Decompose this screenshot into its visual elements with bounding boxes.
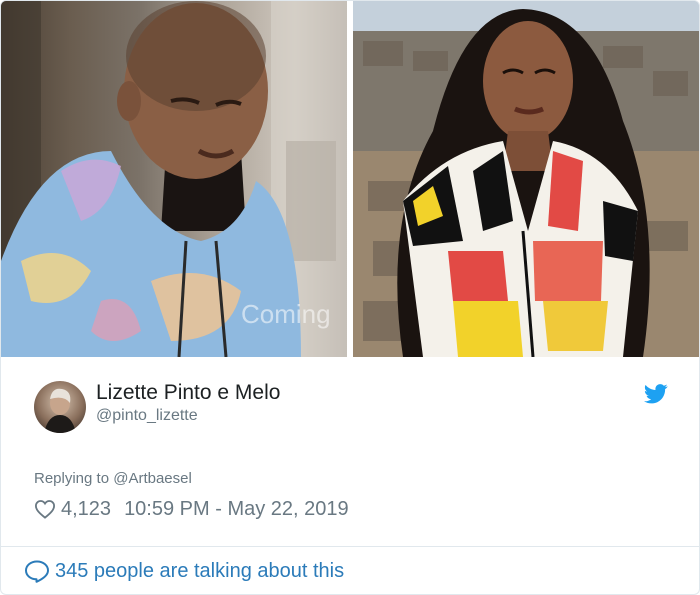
photo-left-illustration: Coming xyxy=(1,1,347,357)
author-handle[interactable]: @pinto_lizette xyxy=(96,407,198,425)
speech-bubble-icon xyxy=(25,560,49,583)
avatar-image xyxy=(44,388,76,433)
like-count[interactable]: 4,123 xyxy=(61,498,111,521)
tweet-photo-right[interactable] xyxy=(353,1,699,357)
replying-to[interactable]: Replying to @Artbaesel xyxy=(34,470,192,487)
conversation-link[interactable]: 345 people are talking about this xyxy=(24,557,344,585)
photo-right-illustration xyxy=(353,1,699,357)
photo-left-caption: Coming xyxy=(241,299,331,329)
tweet-timestamp[interactable]: 10:59 PM - May 22, 2019 xyxy=(124,498,349,521)
tweet-media: Coming xyxy=(1,1,699,357)
author-name[interactable]: Lizette Pinto e Melo xyxy=(96,381,280,405)
heart-icon[interactable] xyxy=(34,499,56,519)
author-avatar[interactable] xyxy=(34,381,86,433)
tweet-photo-left[interactable]: Coming xyxy=(1,1,347,357)
footer-divider xyxy=(1,546,699,547)
conversation-text[interactable]: 345 people are talking about this xyxy=(55,560,344,583)
tweet-meta-row: 4,123 10:59 PM - May 22, 2019 xyxy=(34,496,349,522)
twitter-bird-icon[interactable] xyxy=(644,383,668,405)
embedded-tweet-card: Coming Lizette Pinto e Melo @pinto_lizet… xyxy=(0,0,700,595)
